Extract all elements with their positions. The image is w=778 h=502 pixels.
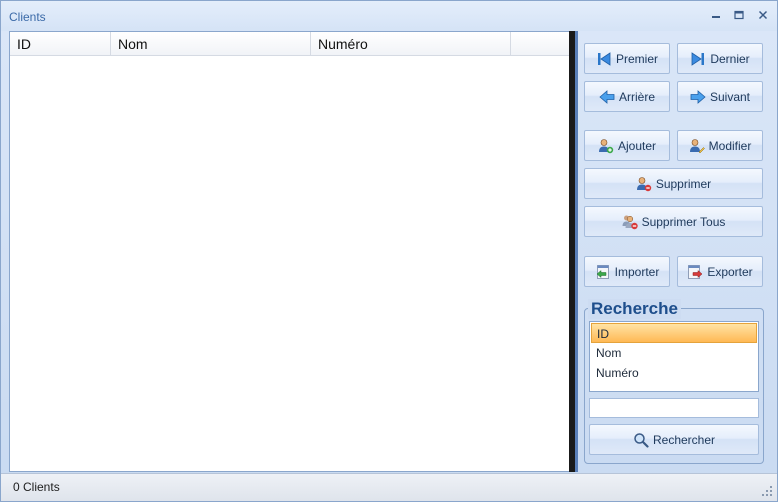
first-label: Premier: [615, 51, 658, 66]
last-label: Dernier: [710, 51, 750, 66]
splitter-edge: [575, 31, 578, 472]
grid-header: ID Nom Numéro: [10, 32, 570, 56]
delete-all-label: Supprimer Tous: [641, 214, 726, 229]
import-label: Importer: [614, 264, 660, 279]
export-icon: [687, 264, 703, 280]
column-header-numero[interactable]: Numéro: [311, 32, 511, 56]
export-label: Exporter: [707, 264, 753, 279]
search-field-option-id[interactable]: ID: [591, 323, 757, 343]
maximize-icon[interactable]: [729, 6, 749, 24]
search-field-option-numero[interactable]: Numéro: [591, 363, 757, 383]
search-field-list[interactable]: ID Nom Numéro: [589, 321, 759, 392]
user-delete-icon: [636, 176, 652, 192]
search-input[interactable]: [589, 398, 759, 418]
magnifier-icon: [633, 432, 649, 448]
prev-label: Arrière: [618, 89, 655, 104]
search-button[interactable]: Rechercher: [589, 424, 759, 455]
user-edit-icon: [689, 138, 705, 154]
status-bar: 0 Clients: [1, 473, 777, 501]
export-button[interactable]: Exporter: [677, 256, 763, 287]
search-field-option-nom[interactable]: Nom: [591, 343, 757, 363]
clients-grid[interactable]: ID Nom Numéro: [9, 31, 571, 472]
import-icon: [595, 264, 611, 280]
clients-window: Clients ID Nom Numéro Premier Dernier Ar…: [0, 0, 778, 502]
import-button[interactable]: Importer: [584, 256, 670, 287]
next-button[interactable]: Suivant: [677, 81, 763, 112]
close-icon[interactable]: [753, 6, 773, 24]
skip-last-icon: [690, 51, 706, 67]
user-add-icon: [598, 138, 614, 154]
title-bar[interactable]: Clients: [1, 1, 777, 31]
status-text: 0 Clients: [13, 480, 60, 494]
next-label: Suivant: [709, 89, 751, 104]
first-button[interactable]: Premier: [584, 43, 670, 74]
delete-all-button[interactable]: Supprimer Tous: [584, 206, 763, 237]
column-header-filler: [511, 32, 570, 56]
add-label: Ajouter: [617, 138, 657, 153]
delete-label: Supprimer: [655, 176, 712, 191]
column-header-nom[interactable]: Nom: [111, 32, 311, 56]
delete-button[interactable]: Supprimer: [584, 168, 763, 199]
users-delete-icon: [622, 214, 638, 230]
search-group-title: Recherche: [588, 299, 681, 319]
window-title: Clients: [9, 10, 46, 24]
arrow-left-icon: [599, 89, 615, 105]
arrow-right-icon: [690, 89, 706, 105]
minimize-icon[interactable]: [706, 6, 726, 24]
edit-button[interactable]: Modifier: [677, 130, 763, 161]
add-button[interactable]: Ajouter: [584, 130, 670, 161]
prev-button[interactable]: Arrière: [584, 81, 670, 112]
edit-label: Modifier: [708, 138, 752, 153]
resize-grip-icon[interactable]: [761, 485, 773, 497]
last-button[interactable]: Dernier: [677, 43, 763, 74]
skip-first-icon: [596, 51, 612, 67]
column-header-id[interactable]: ID: [10, 32, 111, 56]
search-button-label: Rechercher: [652, 432, 716, 447]
